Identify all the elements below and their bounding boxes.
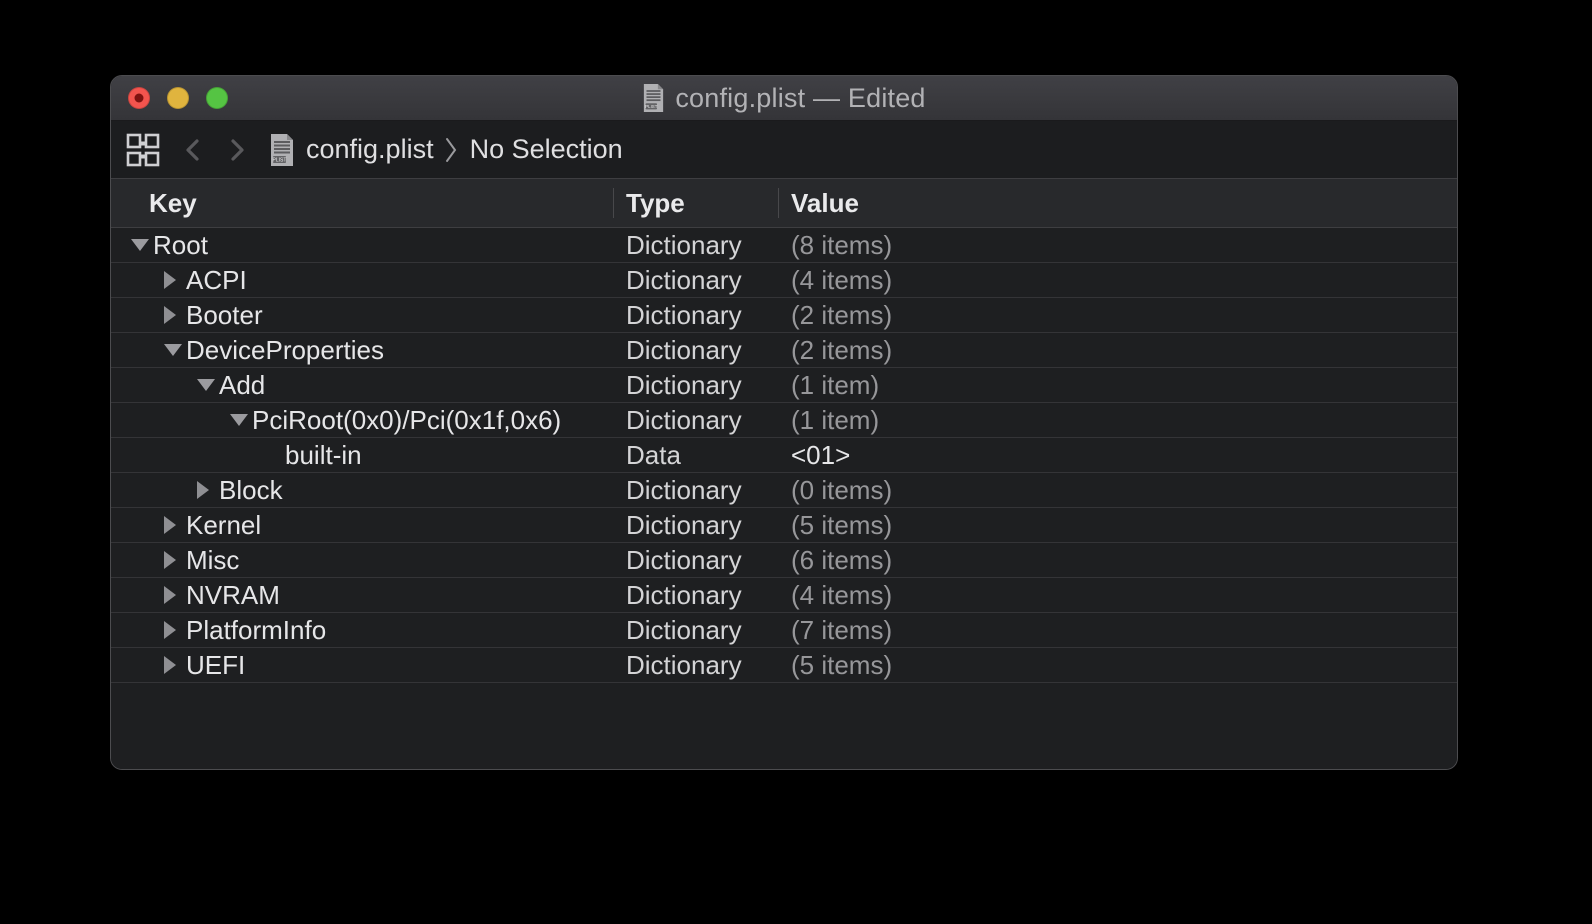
type-cell[interactable]: Dictionary	[613, 508, 778, 542]
disclosure-triangle-icon[interactable]	[197, 481, 219, 499]
value-cell[interactable]: (5 items)	[778, 508, 1457, 542]
type-cell[interactable]: Dictionary	[613, 333, 778, 367]
disclosure-triangle-icon[interactable]	[230, 414, 252, 426]
close-button[interactable]	[128, 87, 150, 109]
related-items-grid-icon[interactable]	[124, 132, 161, 168]
table-row[interactable]: Add Dictionary (1 item)	[111, 368, 1457, 403]
key-label: Booter	[186, 299, 263, 330]
key-label: Add	[219, 369, 266, 400]
disclosure-triangle-icon[interactable]	[164, 656, 186, 674]
value-cell[interactable]: (6 items)	[778, 543, 1457, 577]
forward-button[interactable]	[225, 135, 249, 165]
key-label: NVRAM	[186, 579, 280, 610]
type-cell[interactable]: Dictionary	[613, 473, 778, 507]
type-cell[interactable]: Dictionary	[613, 368, 778, 402]
value-cell[interactable]: <01>	[778, 438, 1457, 472]
disclosure-triangle-icon[interactable]	[164, 551, 186, 569]
breadcrumb-separator-icon	[443, 134, 459, 166]
breadcrumb-selection[interactable]: No Selection	[470, 134, 623, 165]
column-header-key: Key	[149, 187, 197, 218]
table-row[interactable]: built-in Data <01>	[111, 438, 1457, 473]
table-row[interactable]: DeviceProperties Dictionary (2 items)	[111, 333, 1457, 368]
column-header-type: Type	[613, 179, 778, 227]
titlebar[interactable]: PLIST config.plist — Edited	[111, 76, 1457, 121]
minimize-button[interactable]	[167, 87, 189, 109]
window-title: config.plist — Edited	[675, 82, 926, 113]
plist-editor-window: PLIST config.plist — Edited PLIST config…	[110, 75, 1458, 770]
key-label: DeviceProperties	[186, 334, 384, 365]
key-label: PciRoot(0x0)/Pci(0x1f,0x6)	[252, 404, 562, 435]
table-row[interactable]: PlatformInfo Dictionary (7 items)	[111, 613, 1457, 648]
column-header-value: Value	[778, 179, 1457, 227]
table-row[interactable]: UEFI Dictionary (5 items)	[111, 648, 1457, 683]
type-cell[interactable]: Dictionary	[613, 613, 778, 647]
value-cell[interactable]: (0 items)	[778, 473, 1457, 507]
table-row[interactable]: Kernel Dictionary (5 items)	[111, 508, 1457, 543]
type-cell[interactable]: Dictionary	[613, 648, 778, 682]
window-title-group: PLIST config.plist — Edited	[642, 83, 925, 114]
traffic-lights	[128, 76, 228, 120]
key-label: UEFI	[186, 649, 246, 680]
key-label: built-in	[285, 439, 362, 470]
type-cell[interactable]: Dictionary	[613, 403, 778, 437]
back-button[interactable]	[181, 135, 205, 165]
disclosure-triangle-icon[interactable]	[164, 621, 186, 639]
type-cell[interactable]: Dictionary	[613, 543, 778, 577]
disclosure-triangle-icon[interactable]	[164, 306, 186, 324]
value-cell[interactable]: (5 items)	[778, 648, 1457, 682]
plist-document-icon: PLIST	[642, 84, 665, 112]
table-row[interactable]: NVRAM Dictionary (4 items)	[111, 578, 1457, 613]
key-label: ACPI	[186, 264, 247, 295]
table-header: Key Type Value	[111, 178, 1457, 228]
breadcrumb-file[interactable]: config.plist	[306, 134, 434, 165]
breadcrumb-plist-document-icon[interactable]: PLIST	[269, 133, 295, 166]
disclosure-triangle-icon[interactable]	[164, 516, 186, 534]
disclosure-triangle-icon[interactable]	[131, 239, 153, 251]
key-label: Block	[219, 474, 283, 505]
table-row[interactable]: Booter Dictionary (2 items)	[111, 298, 1457, 333]
value-cell[interactable]: (2 items)	[778, 333, 1457, 367]
type-cell[interactable]: Dictionary	[613, 263, 778, 297]
type-cell[interactable]: Data	[613, 438, 778, 472]
table-body: Root Dictionary (8 items) ACPI Dictionary (4 …	[111, 228, 1457, 726]
value-cell[interactable]: (1 item)	[778, 403, 1457, 437]
jump-bar: PLIST config.plist No Selection	[111, 121, 1457, 178]
disclosure-triangle-icon[interactable]	[164, 586, 186, 604]
key-label: Misc	[186, 544, 240, 575]
zoom-button[interactable]	[206, 87, 228, 109]
value-cell[interactable]: (1 item)	[778, 368, 1457, 402]
table-row[interactable]: PciRoot(0x0)/Pci(0x1f,0x6) Dictionary (1 i…	[111, 403, 1457, 438]
value-cell[interactable]: (4 items)	[778, 578, 1457, 612]
key-label: Root	[153, 229, 208, 260]
type-cell[interactable]: Dictionary	[613, 228, 778, 262]
value-cell[interactable]: (2 items)	[778, 298, 1457, 332]
type-cell[interactable]: Dictionary	[613, 298, 778, 332]
svg-text:PLIST: PLIST	[646, 104, 658, 109]
table-row[interactable]: ACPI Dictionary (4 items)	[111, 263, 1457, 298]
disclosure-triangle-icon[interactable]	[197, 379, 219, 391]
disclosure-triangle-icon[interactable]	[164, 344, 186, 356]
table-row[interactable]: Block Dictionary (0 items)	[111, 473, 1457, 508]
value-cell[interactable]: (7 items)	[778, 613, 1457, 647]
svg-text:PLIST: PLIST	[273, 157, 287, 163]
value-cell[interactable]: (8 items)	[778, 228, 1457, 262]
key-label: PlatformInfo	[186, 614, 327, 645]
table-row[interactable]: Root Dictionary (8 items)	[111, 228, 1457, 263]
disclosure-triangle-icon[interactable]	[164, 271, 186, 289]
type-cell[interactable]: Dictionary	[613, 578, 778, 612]
key-label: Kernel	[186, 509, 262, 540]
value-cell[interactable]: (4 items)	[778, 263, 1457, 297]
empty-area	[111, 726, 1457, 769]
table-row[interactable]: Misc Dictionary (6 items)	[111, 543, 1457, 578]
